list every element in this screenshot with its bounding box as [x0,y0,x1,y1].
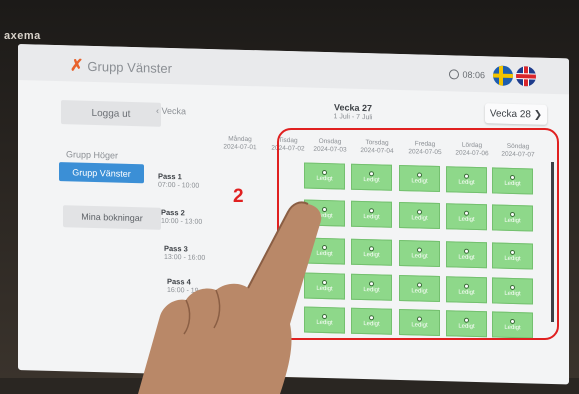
next-week-button[interactable]: Vecka 28 ❯ [485,103,547,125]
logo-text: Grupp Vänster [87,58,172,76]
slot-label: Pass 1 07:00 - 10:00 [158,172,226,192]
uk-flag-icon[interactable] [516,66,536,87]
day-date: 2024-07-01 [223,143,257,152]
previous-week-button[interactable]: ‹ Vecka [156,106,186,117]
group-vanster-button[interactable]: Grupp Vänster [59,162,144,184]
logo-icon: ✗ [70,57,84,75]
logo: ✗ Grupp Vänster [70,55,172,78]
group-hoger-button[interactable]: Grupp Höger [66,149,118,160]
week-range: 1 Juli - 7 Juli [333,113,373,122]
clock-time: 08:06 [462,69,485,81]
week-title: Vecka 27 [333,102,373,114]
pointing-hand [138,201,322,394]
week-header: Vecka 27 1 Juli - 7 Juli [313,102,393,122]
logout-button[interactable]: Logga ut [61,100,161,127]
device-brand: axema [4,30,41,42]
swedish-flag-icon[interactable] [493,65,513,86]
slot-time: 07:00 - 10:00 [158,181,200,190]
clock: 08:06 [449,69,485,80]
day-header: Måndag 2024-07-01 [214,135,266,152]
clock-icon [449,69,460,80]
